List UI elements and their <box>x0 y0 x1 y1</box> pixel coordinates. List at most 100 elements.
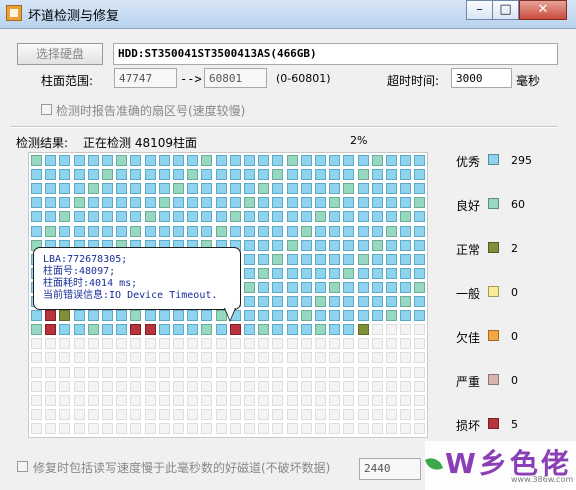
sector-cell <box>343 267 355 279</box>
sector-cell <box>286 169 298 181</box>
sector-cell <box>130 394 142 406</box>
sector-cell <box>329 380 341 392</box>
sector-cell <box>300 380 312 392</box>
sector-cell <box>343 352 355 364</box>
result-label: 检测结果: <box>16 136 69 150</box>
sector-cell <box>158 394 170 406</box>
sector-cell <box>258 169 270 181</box>
timeout-field[interactable]: 3000 <box>451 68 512 88</box>
sector-cell <box>201 155 213 166</box>
sector-cell <box>59 422 71 434</box>
sector-cell <box>315 324 326 336</box>
sector-cell <box>59 310 71 322</box>
sector-cell <box>300 394 312 406</box>
sector-cell <box>130 408 142 420</box>
repair-option-checkbox[interactable] <box>17 461 28 472</box>
sector-cell <box>414 408 426 420</box>
sector-cell <box>201 211 213 223</box>
sector-cell <box>414 324 426 336</box>
sector-cell <box>386 253 397 265</box>
sector-cell <box>371 225 383 237</box>
sector-cell <box>102 422 113 434</box>
sector-cell <box>229 394 241 406</box>
sector-cell <box>258 338 270 350</box>
range-end-field[interactable]: 60801 <box>204 68 267 88</box>
sector-cell <box>329 352 341 364</box>
minimize-button[interactable]: – <box>466 0 493 20</box>
sector-cell <box>300 366 312 378</box>
sector-cell <box>272 211 284 223</box>
sector-cell <box>144 408 156 420</box>
sector-cell <box>73 394 85 406</box>
sector-cell <box>244 324 255 336</box>
sector-cell <box>300 422 312 434</box>
sector-cell <box>244 225 255 237</box>
separator <box>10 126 558 128</box>
sector-cell <box>357 225 369 237</box>
legend-count: 60 <box>511 198 525 211</box>
sector-cell <box>87 169 99 181</box>
sector-cell <box>371 211 383 223</box>
sector-cell <box>187 169 199 181</box>
sector-cell <box>357 281 369 293</box>
sector-cell <box>386 169 397 181</box>
sector-cell <box>116 422 128 434</box>
sector-cell <box>144 211 156 223</box>
sector-cell <box>45 155 57 166</box>
sector-cell <box>130 183 142 195</box>
legend-swatch <box>488 198 499 209</box>
sector-cell <box>102 197 113 209</box>
range-start-field[interactable]: 47747 <box>114 68 177 88</box>
sector-cell <box>201 310 213 322</box>
sector-cell <box>300 296 312 307</box>
sector-cell <box>286 281 298 293</box>
sector-cell <box>45 324 57 336</box>
sector-cell <box>315 253 326 265</box>
sector-cell <box>386 394 397 406</box>
sector-cell <box>357 197 369 209</box>
sector-cell <box>215 394 227 406</box>
sector-cell <box>201 197 213 209</box>
tooltip-pointer <box>224 308 236 322</box>
select-disk-button[interactable]: 选择硬盘 <box>17 43 103 65</box>
sector-cell <box>329 239 341 251</box>
sector-cell <box>272 324 284 336</box>
sector-cell <box>45 352 57 364</box>
sector-cell <box>400 394 412 406</box>
sector-cell <box>173 169 184 181</box>
sector-cell <box>244 183 255 195</box>
sector-cell <box>371 394 383 406</box>
sector-cell <box>272 183 284 195</box>
sector-cell <box>31 211 42 223</box>
sector-cell <box>414 310 426 322</box>
sector-cell <box>400 183 412 195</box>
maximize-button[interactable]: □ <box>492 0 519 20</box>
sector-cell <box>329 324 341 336</box>
sector-cell <box>45 225 57 237</box>
sector-cell <box>73 225 85 237</box>
sector-cell <box>215 324 227 336</box>
sector-cell <box>315 197 326 209</box>
sector-cell <box>258 422 270 434</box>
sector-cell <box>229 225 241 237</box>
sector-cell <box>158 183 170 195</box>
sector-cell <box>116 197 128 209</box>
legend-count: 295 <box>511 154 532 167</box>
sector-cell <box>144 324 156 336</box>
sector-cell <box>400 281 412 293</box>
sector-cell <box>414 394 426 406</box>
close-button[interactable]: ✕ <box>519 0 567 20</box>
sector-cell <box>315 296 326 307</box>
repair-ms-field[interactable]: 2440 <box>359 458 421 480</box>
sector-cell <box>357 183 369 195</box>
report-sector-checkbox[interactable] <box>41 104 52 115</box>
sector-cell <box>258 324 270 336</box>
sector-cell <box>244 267 255 279</box>
sector-cell <box>201 225 213 237</box>
sector-cell <box>187 211 199 223</box>
sector-cell <box>371 422 383 434</box>
sector-cell <box>87 310 99 322</box>
legend-count: 0 <box>511 286 518 299</box>
sector-cell <box>59 225 71 237</box>
sector-cell <box>158 422 170 434</box>
